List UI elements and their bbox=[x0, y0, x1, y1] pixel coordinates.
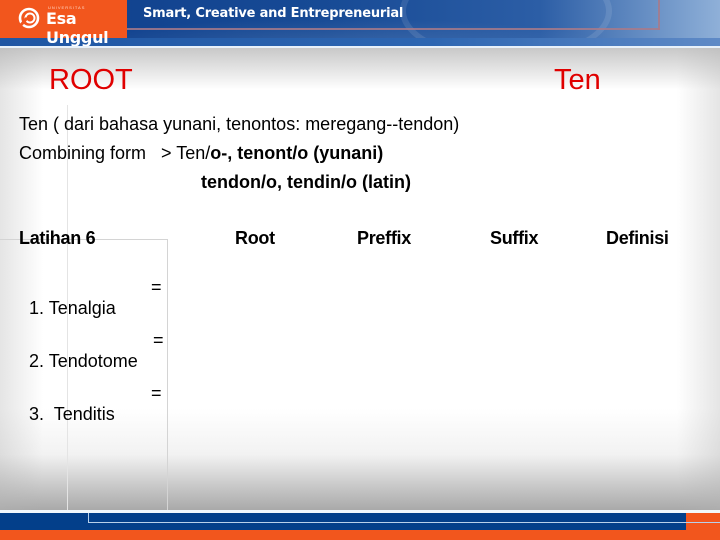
background-guide-line bbox=[167, 239, 168, 510]
column-header-prefix: Preffix bbox=[357, 228, 411, 248]
footer-orange-bar bbox=[0, 530, 720, 540]
equals-sign: = bbox=[151, 277, 162, 297]
footer-accent-line-vertical bbox=[88, 513, 89, 523]
slide-title-root: ROOT bbox=[49, 64, 133, 96]
logo-name: Esa Unggul bbox=[46, 9, 109, 46]
exercise-term: 3. Tenditis bbox=[29, 404, 115, 424]
header-accent-line-vertical bbox=[658, 0, 660, 30]
esa-unggul-logo-icon bbox=[18, 7, 40, 29]
exercise-term: 2. Tendotome bbox=[29, 351, 138, 371]
header-accent-line bbox=[127, 28, 660, 30]
combining-form-regular: Ten/ bbox=[176, 143, 211, 163]
combining-form-line: Combining form > Ten/o-, tenont/o (yunan… bbox=[19, 143, 383, 164]
combining-form-label: Combining form > bbox=[19, 143, 177, 163]
exercise-term: 1. Tenalgia bbox=[29, 298, 116, 318]
exercise-item: 3. Tenditis = bbox=[19, 383, 162, 446]
column-header-definition: Definisi bbox=[606, 228, 669, 248]
combining-form-latin: tendon/o, tendin/o (latin) bbox=[201, 172, 411, 192]
slide-header: UNIVERSITAS Esa Unggul Smart, Creative a… bbox=[0, 0, 720, 46]
header-tagline: Smart, Creative and Entrepreneurial bbox=[143, 6, 404, 21]
equals-sign: = bbox=[153, 330, 164, 350]
slide-title-ten: Ten bbox=[554, 64, 601, 96]
column-header-root: Root bbox=[235, 228, 275, 248]
exercise-title: Latihan 6 bbox=[19, 228, 96, 248]
definition-line: Ten ( dari bahasa yunani, tenontos: mere… bbox=[19, 114, 460, 134]
footer-accent-line bbox=[88, 522, 720, 523]
combining-form-greek: o-, tenont/o (yunani) bbox=[210, 143, 384, 163]
column-header-suffix: Suffix bbox=[490, 228, 539, 248]
equals-sign: = bbox=[151, 383, 162, 403]
university-logo: UNIVERSITAS Esa Unggul bbox=[0, 0, 127, 46]
